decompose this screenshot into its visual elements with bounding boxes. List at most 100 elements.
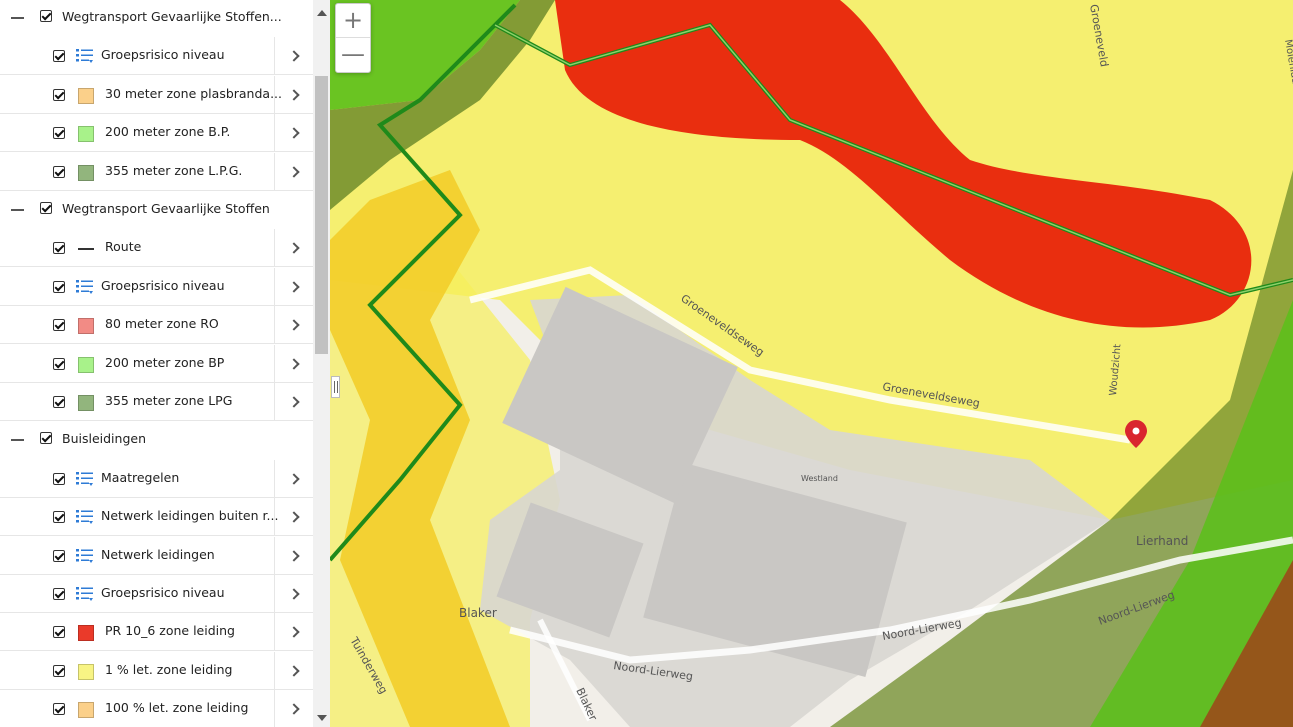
collapse-icon[interactable] xyxy=(11,439,24,441)
layer-item[interactable]: Groepsrisico niveau xyxy=(0,267,313,306)
scrollbar-thumb[interactable] xyxy=(315,76,328,354)
layer-item-label: 1 % let. zone leiding xyxy=(105,661,233,677)
chevron-right-icon[interactable] xyxy=(274,498,312,537)
layer-checkbox[interactable] xyxy=(53,396,65,408)
list-icon xyxy=(76,587,93,601)
layer-checkbox[interactable] xyxy=(53,664,65,677)
layer-item[interactable]: Netwerk leidingen buiten r... xyxy=(0,498,313,537)
layer-item[interactable]: 355 meter zone L.P.G. xyxy=(0,152,313,191)
collapse-icon[interactable] xyxy=(11,17,24,19)
layer-checkbox[interactable] xyxy=(40,432,52,445)
layer-item-label: 100 % let. zone leiding xyxy=(105,700,249,716)
legend-swatch-icon xyxy=(78,87,94,104)
layer-item[interactable]: 355 meter zone LPG xyxy=(0,383,313,421)
legend-swatch-icon xyxy=(78,625,94,642)
layer-group: Buisleidingen xyxy=(0,421,313,459)
layer-group-label: Buisleidingen xyxy=(62,431,146,447)
layer-item-label: PR 10_6 zone leiding xyxy=(105,623,235,639)
map-view[interactable]: Groeneveld Groeneveldseweg Groeneveldsew… xyxy=(330,0,1293,727)
layer-item[interactable]: 30 meter zone plasbranda... xyxy=(0,75,313,114)
legend-swatch-icon xyxy=(78,126,94,143)
map-label: Blaker xyxy=(459,606,497,620)
list-icon xyxy=(76,471,93,486)
map-canvas[interactable]: Groeneveld Groeneveldseweg Groeneveldsew… xyxy=(330,0,1293,727)
map-label: Lierhand xyxy=(1136,534,1188,548)
chevron-right-icon[interactable] xyxy=(274,383,312,421)
zoom-control: + — xyxy=(335,3,371,73)
collapse-icon[interactable] xyxy=(11,209,24,211)
scroll-up-icon[interactable] xyxy=(317,10,327,16)
chevron-right-icon[interactable] xyxy=(274,459,312,498)
chevron-right-icon[interactable] xyxy=(274,651,312,690)
layer-group-label: Wegtransport Gevaarlijke Stoffen... xyxy=(62,9,282,24)
layer-item[interactable]: Groepsrisico niveau xyxy=(0,37,313,76)
layer-item[interactable]: PR 10_6 zone leiding xyxy=(0,613,313,652)
layer-item-label: Groepsrisico niveau xyxy=(101,277,225,293)
layer-checkbox[interactable] xyxy=(53,280,65,293)
list-icon xyxy=(76,49,93,64)
chevron-right-icon[interactable] xyxy=(274,37,312,76)
layer-item-label: 200 meter zone BP xyxy=(105,354,225,370)
layer-checkbox[interactable] xyxy=(53,588,65,600)
layer-item-label: 80 meter zone RO xyxy=(105,316,219,332)
layer-checkbox[interactable] xyxy=(53,549,65,562)
layer-item[interactable]: 200 meter zone B.P. xyxy=(0,114,313,153)
chevron-right-icon[interactable] xyxy=(274,344,312,383)
layer-item-label: Netwerk leidingen buiten r... xyxy=(101,508,279,524)
layer-item-label: 30 meter zone plasbranda... xyxy=(105,85,282,101)
layer-item[interactable]: 100 % let. zone leiding xyxy=(0,690,313,727)
scroll-down-icon[interactable] xyxy=(317,715,327,721)
layer-panel: Wegtransport Gevaarlijke Stoffen... Groep… xyxy=(0,0,313,727)
layer-item-label: Maatregelen xyxy=(101,469,180,485)
layer-item-label: Route xyxy=(105,239,142,255)
chevron-right-icon[interactable] xyxy=(274,613,312,652)
layer-checkbox[interactable] xyxy=(53,511,65,524)
layer-item[interactable]: 1 % let. zone leiding xyxy=(0,651,313,690)
layer-item-label: 355 meter zone L.P.G. xyxy=(105,162,243,178)
layer-item-label: Groepsrisico niveau xyxy=(101,585,225,600)
layer-item-label: 355 meter zone LPG xyxy=(105,393,233,408)
layer-checkbox[interactable] xyxy=(53,472,65,485)
layer-checkbox[interactable] xyxy=(53,88,65,101)
layer-checkbox[interactable] xyxy=(53,165,65,178)
layer-checkbox[interactable] xyxy=(53,50,65,63)
layer-checkbox[interactable] xyxy=(40,202,52,214)
list-icon xyxy=(76,548,93,563)
chevron-right-icon[interactable] xyxy=(274,229,312,268)
legend-swatch-icon xyxy=(78,356,94,373)
layer-checkbox[interactable] xyxy=(53,703,65,716)
chevron-right-icon[interactable] xyxy=(274,536,312,575)
layer-item[interactable]: Route xyxy=(0,229,313,268)
layer-checkbox[interactable] xyxy=(53,626,65,639)
layer-item[interactable]: Netwerk leidingen xyxy=(0,536,313,575)
zoom-in-button[interactable]: + xyxy=(336,4,370,38)
line-icon xyxy=(78,248,94,251)
layer-item[interactable]: 80 meter zone RO xyxy=(0,306,313,345)
chevron-right-icon[interactable] xyxy=(274,575,312,613)
chevron-right-icon[interactable] xyxy=(274,152,312,191)
layer-item-label: 200 meter zone B.P. xyxy=(105,124,231,140)
layer-item[interactable]: 200 meter zone BP xyxy=(0,344,313,383)
layer-checkbox[interactable] xyxy=(53,319,65,332)
legend-swatch-icon xyxy=(78,702,94,719)
layer-item-label: Netwerk leidingen xyxy=(101,546,215,562)
layer-checkbox[interactable] xyxy=(53,242,65,255)
chevron-right-icon[interactable] xyxy=(274,75,312,114)
layer-group-label: Wegtransport Gevaarlijke Stoffen xyxy=(62,201,270,216)
legend-swatch-icon xyxy=(78,395,94,411)
chevron-right-icon[interactable] xyxy=(274,114,312,153)
layer-checkbox[interactable] xyxy=(53,127,65,140)
layer-checkbox[interactable] xyxy=(40,10,52,22)
layer-item[interactable]: Maatregelen xyxy=(0,459,313,498)
layer-checkbox[interactable] xyxy=(53,357,65,370)
panel-resize-handle[interactable] xyxy=(331,376,340,398)
chevron-right-icon[interactable] xyxy=(274,267,312,306)
legend-swatch-icon xyxy=(78,318,94,335)
chevron-right-icon[interactable] xyxy=(274,690,312,727)
chevron-right-icon[interactable] xyxy=(274,306,312,345)
layer-item[interactable]: Groepsrisico niveau xyxy=(0,575,313,613)
layer-item-label: Groepsrisico niveau xyxy=(101,47,225,63)
list-icon xyxy=(76,510,93,525)
zoom-out-button[interactable]: — xyxy=(336,38,370,72)
layer-panel-scrollbar[interactable] xyxy=(313,0,330,727)
